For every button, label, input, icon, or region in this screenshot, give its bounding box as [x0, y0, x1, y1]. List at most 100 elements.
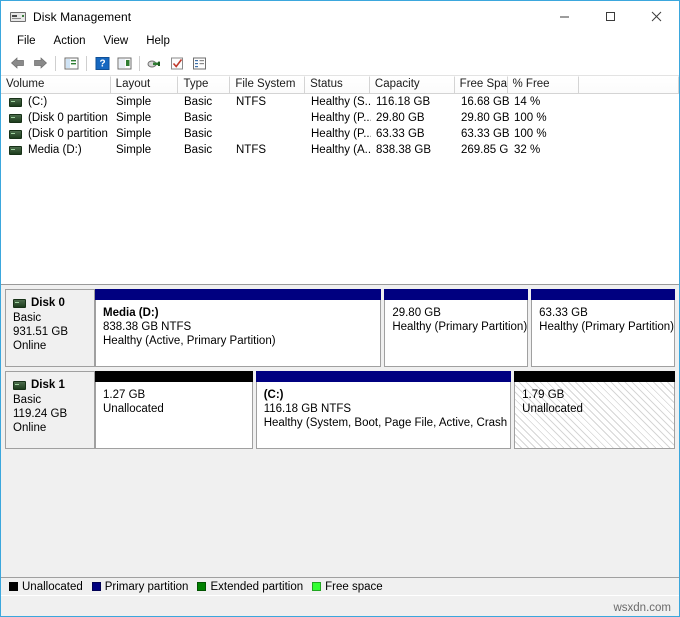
partition-bar	[256, 371, 511, 382]
column-header-blank[interactable]	[579, 76, 679, 93]
cell-type: Basic	[179, 128, 231, 140]
svg-text:?: ?	[99, 58, 105, 69]
help-icon[interactable]: ?	[91, 53, 113, 73]
partition-size: 63.33 GB	[539, 306, 674, 320]
table-row[interactable]: (C:) Simple Basic NTFS Healthy (S... 116…	[1, 94, 679, 110]
column-header-type[interactable]: Type	[178, 76, 230, 93]
status-bar: wsxdn.com	[1, 595, 679, 616]
cell-volume: Media (D:)	[1, 144, 111, 156]
table-row[interactable]: (Disk 0 partition 3) Simple Basic Health…	[1, 126, 679, 142]
cell-status: Healthy (P...	[306, 112, 371, 124]
partition-status: Healthy (Primary Partition)	[392, 320, 527, 334]
column-header-percent-free[interactable]: % Free	[508, 76, 580, 93]
legend-swatch-free-space	[312, 582, 321, 591]
partition-body: 63.33 GB Healthy (Primary Partition)	[531, 300, 675, 367]
menu-item-file[interactable]: File	[8, 34, 45, 49]
forward-arrow-icon[interactable]	[29, 53, 51, 73]
disk-row-0: Disk 0 Basic 931.51 GB Online Media (D:)…	[5, 289, 679, 367]
table-row[interactable]: Media (D:) Simple Basic NTFS Healthy (A.…	[1, 142, 679, 158]
cell-percent-free: 100 %	[509, 128, 581, 140]
cell-volume-label: (Disk 0 partition 2)	[28, 112, 111, 124]
column-header-volume[interactable]: Volume	[1, 76, 111, 93]
legend-item-free-space: Free space	[312, 581, 383, 593]
list-view-icon[interactable]	[188, 53, 210, 73]
partition-body: 29.80 GB Healthy (Primary Partition)	[384, 300, 528, 367]
column-header-file-system[interactable]: File System	[230, 76, 305, 93]
partition-body: (C:) 116.18 GB NTFS Healthy (System, Boo…	[256, 382, 511, 449]
cell-capacity: 116.18 GB	[371, 96, 456, 108]
legend-label-free-space: Free space	[325, 581, 383, 593]
disk-info-1[interactable]: Disk 1 Basic 119.24 GB Online	[5, 371, 95, 449]
disk-name: Disk 0	[31, 296, 65, 310]
column-header-status[interactable]: Status	[305, 76, 370, 93]
menu-item-view[interactable]: View	[95, 34, 138, 49]
disk-row-1: Disk 1 Basic 119.24 GB Online 1.27 GB Un…	[5, 371, 679, 449]
disk-type: Basic	[13, 393, 94, 407]
drive-icon	[9, 130, 22, 139]
rescan-disks-icon[interactable]	[144, 53, 166, 73]
maximize-icon[interactable]	[587, 1, 633, 32]
disk-size: 119.24 GB	[13, 407, 94, 421]
partition-size: 1.27 GB	[103, 388, 252, 402]
back-arrow-icon[interactable]	[7, 53, 29, 73]
cell-layout: Simple	[111, 144, 179, 156]
column-header-capacity[interactable]: Capacity	[370, 76, 455, 93]
column-header-free-space[interactable]: Free Spa...	[455, 76, 508, 93]
toolbar-separator	[139, 56, 140, 71]
table-row[interactable]: (Disk 0 partition 2) Simple Basic Health…	[1, 110, 679, 126]
cell-status: Healthy (S...	[306, 96, 371, 108]
partition-disk0-part2[interactable]: 29.80 GB Healthy (Primary Partition)	[384, 289, 528, 367]
partition-status: Unallocated	[103, 402, 252, 416]
partition-bar	[384, 289, 528, 300]
cell-free-space: 16.68 GB	[456, 96, 509, 108]
toolbar-separator	[86, 56, 87, 71]
partition-c[interactable]: (C:) 116.18 GB NTFS Healthy (System, Boo…	[256, 371, 511, 449]
partition-size: 29.80 GB	[392, 306, 527, 320]
disk-management-icon	[10, 9, 26, 25]
partition-status: Healthy (Primary Partition)	[539, 320, 674, 334]
partition-body-selected: 1.79 GB Unallocated	[514, 382, 675, 449]
disk-state: Online	[13, 339, 94, 353]
volume-list-header: Volume Layout Type File System Status Ca…	[1, 76, 679, 94]
toolbar: ?	[1, 51, 679, 76]
partition-bar	[95, 289, 381, 300]
close-icon[interactable]	[633, 1, 679, 32]
cell-file-system: NTFS	[231, 144, 306, 156]
legend-label-primary-partition: Primary partition	[105, 581, 189, 593]
window-title: Disk Management	[33, 10, 131, 24]
show-hide-console-tree-icon[interactable]	[60, 53, 82, 73]
disk-type: Basic	[13, 311, 94, 325]
menu-item-help[interactable]: Help	[137, 34, 179, 49]
disk-icon	[13, 381, 26, 390]
column-header-layout[interactable]: Layout	[111, 76, 179, 93]
properties-icon[interactable]	[113, 53, 135, 73]
cell-free-space: 63.33 GB	[456, 128, 509, 140]
cell-layout: Simple	[111, 112, 179, 124]
cell-status: Healthy (A...	[306, 144, 371, 156]
partition-body: Media (D:) 838.38 GB NTFS Healthy (Activ…	[95, 300, 381, 367]
cell-percent-free: 14 %	[509, 96, 581, 108]
cell-volume-label: (C:)	[28, 96, 47, 108]
cell-capacity: 838.38 GB	[371, 144, 456, 156]
volume-list-rows: (C:) Simple Basic NTFS Healthy (S... 116…	[1, 94, 679, 158]
cell-capacity: 29.80 GB	[371, 112, 456, 124]
cell-file-system: NTFS	[231, 96, 306, 108]
partition-size: 1.79 GB	[522, 388, 674, 402]
partition-media-d[interactable]: Media (D:) 838.38 GB NTFS Healthy (Activ…	[95, 289, 381, 367]
partition-unallocated-selected[interactable]: 1.79 GB Unallocated	[514, 371, 675, 449]
minimize-icon[interactable]	[541, 1, 587, 32]
cell-layout: Simple	[111, 96, 179, 108]
cell-layout: Simple	[111, 128, 179, 140]
check-icon[interactable]	[166, 53, 188, 73]
partition-unallocated-1[interactable]: 1.27 GB Unallocated	[95, 371, 253, 449]
disk-0-partitions: Media (D:) 838.38 GB NTFS Healthy (Activ…	[95, 289, 679, 367]
partition-bar	[531, 289, 675, 300]
partition-disk0-part3[interactable]: 63.33 GB Healthy (Primary Partition)	[531, 289, 675, 367]
partition-size: 116.18 GB NTFS	[264, 402, 510, 416]
menu-item-action[interactable]: Action	[45, 34, 95, 49]
cell-percent-free: 32 %	[509, 144, 581, 156]
drive-icon	[9, 146, 22, 155]
volume-list-pane: Volume Layout Type File System Status Ca…	[1, 76, 679, 285]
disk-info-0[interactable]: Disk 0 Basic 931.51 GB Online	[5, 289, 95, 367]
legend-item-primary-partition: Primary partition	[92, 581, 189, 593]
